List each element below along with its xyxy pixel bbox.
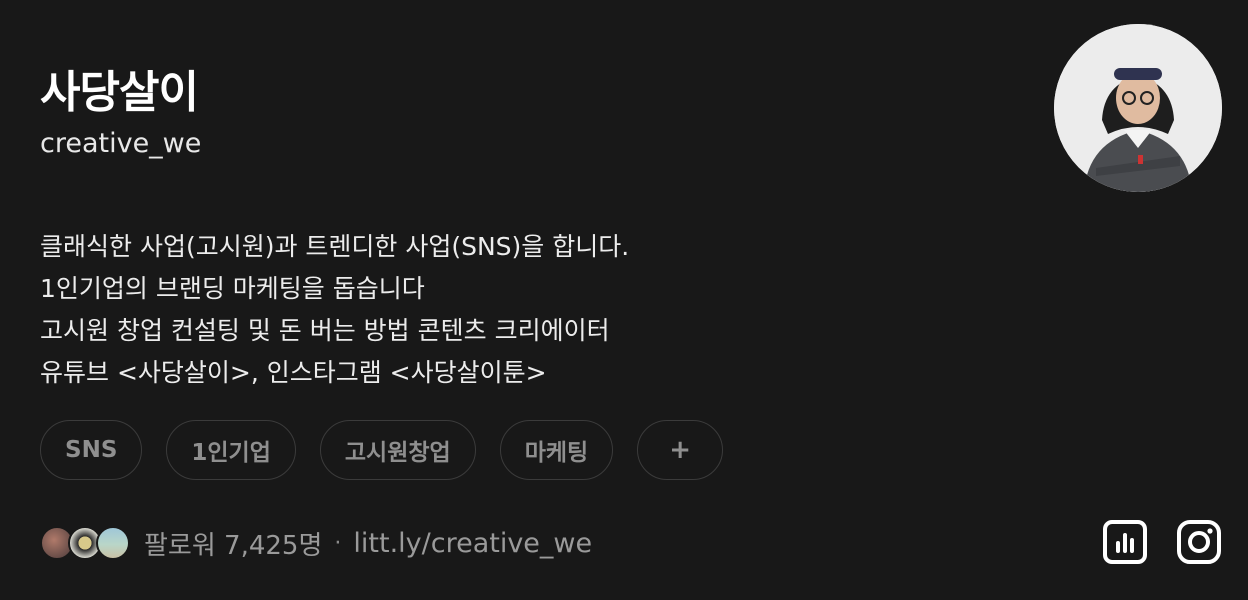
tag-list: SNS 1인기업 고시원창업 마케팅 +	[40, 420, 724, 480]
stats-button[interactable]	[1102, 519, 1148, 565]
profile-photo	[1054, 24, 1222, 192]
bar-chart-icon	[1103, 520, 1147, 564]
bio-line: 유튜브 <사당살이>, 인스타그램 <사당살이툰>	[40, 358, 547, 387]
separator: ·	[334, 530, 342, 556]
tag-gosiwon-startup[interactable]: 고시원창업	[319, 420, 476, 480]
profile-name: 사당살이	[40, 67, 199, 118]
instagram-button[interactable]	[1176, 519, 1222, 565]
bio-line: 고시원 창업 컨설팅 및 돈 버는 방법 콘텐츠 크리에이터	[40, 316, 610, 345]
tag-sns[interactable]: SNS	[40, 420, 143, 480]
follower-avatars	[40, 525, 132, 561]
add-tag-button[interactable]: +	[637, 420, 724, 480]
instagram-icon	[1177, 520, 1221, 564]
follower-avatar	[96, 526, 130, 560]
bio: 클래식한 사업(고시원)과 트렌디한 사업(SNS)을 합니다. 1인기업의 브…	[40, 226, 629, 394]
username: creative_we	[40, 128, 202, 159]
tag-marketing[interactable]: 마케팅	[499, 420, 614, 480]
footer: 팔로워 7,425명 · litt.ly/creative_we	[40, 522, 592, 564]
tag-solo-business[interactable]: 1인기업	[166, 420, 296, 480]
bio-line: 1인기업의 브랜딩 마케팅을 돕습니다	[40, 274, 425, 303]
profile-avatar[interactable]	[1054, 24, 1222, 192]
bio-line: 클래식한 사업(고시원)과 트렌디한 사업(SNS)을 합니다.	[40, 232, 630, 261]
follower-count[interactable]: 팔로워 7,425명	[144, 525, 322, 562]
profile-link[interactable]: litt.ly/creative_we	[353, 528, 592, 559]
